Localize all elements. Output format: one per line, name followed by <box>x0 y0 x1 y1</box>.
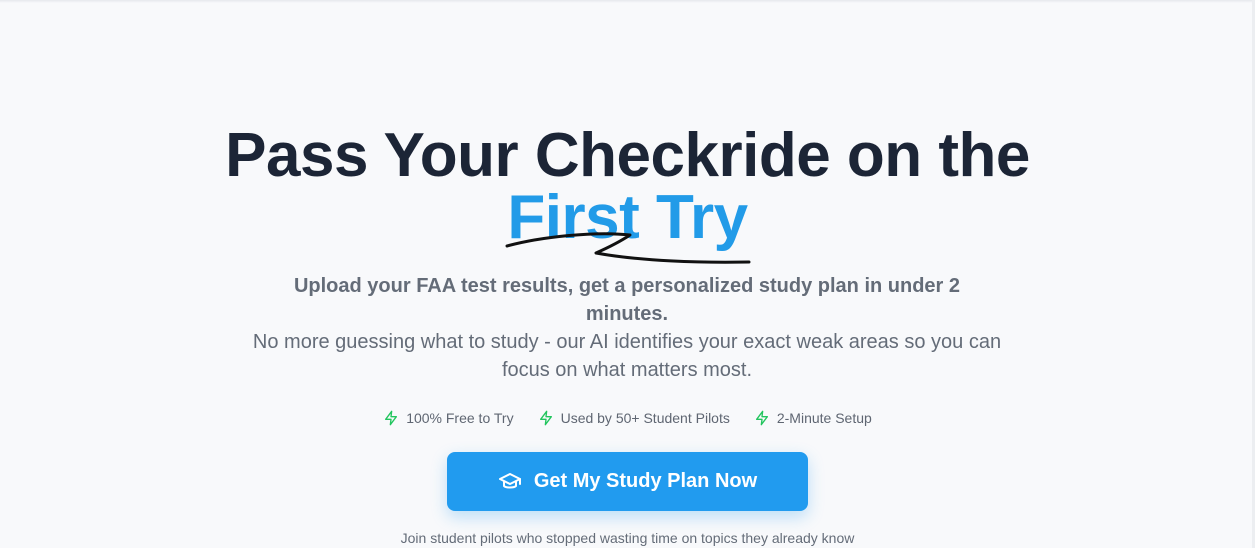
social-proof-note: Join student pilots who stopped wasting … <box>400 530 855 546</box>
landing-page: Pass Your Checkride on the First Try Upl… <box>0 0 1255 548</box>
hero-headline: Pass Your Checkride on the <box>225 121 1030 190</box>
scribble-underline <box>505 232 751 264</box>
lightning-bolt-icon <box>755 410 768 426</box>
feature-label: 100% Free to Try <box>406 410 514 426</box>
header-shadow <box>0 0 1255 3</box>
feature-item-free: 100% Free to Try <box>383 407 514 429</box>
hero-subheadline: Upload your FAA test results, get a pers… <box>293 275 961 325</box>
graduation-cap-icon <box>498 472 521 488</box>
feature-label: 2-Minute Setup <box>776 410 872 426</box>
feature-list: 100% Free to Try Used by 50+ Student Pil… <box>0 407 1255 429</box>
feature-item-users: Used by 50+ Student Pilots <box>538 407 730 429</box>
feature-label: Used by 50+ Student Pilots <box>560 410 730 426</box>
lightning-bolt-icon <box>539 410 552 426</box>
cta-label: Get My Study Plan Now <box>533 470 758 492</box>
feature-item-setup: 2-Minute Setup <box>754 407 872 429</box>
hero-description: No more guessing what to study - our AI … <box>252 331 1002 381</box>
get-study-plan-button[interactable]: Get My Study Plan Now <box>447 452 808 511</box>
lightning-bolt-icon <box>385 410 398 426</box>
